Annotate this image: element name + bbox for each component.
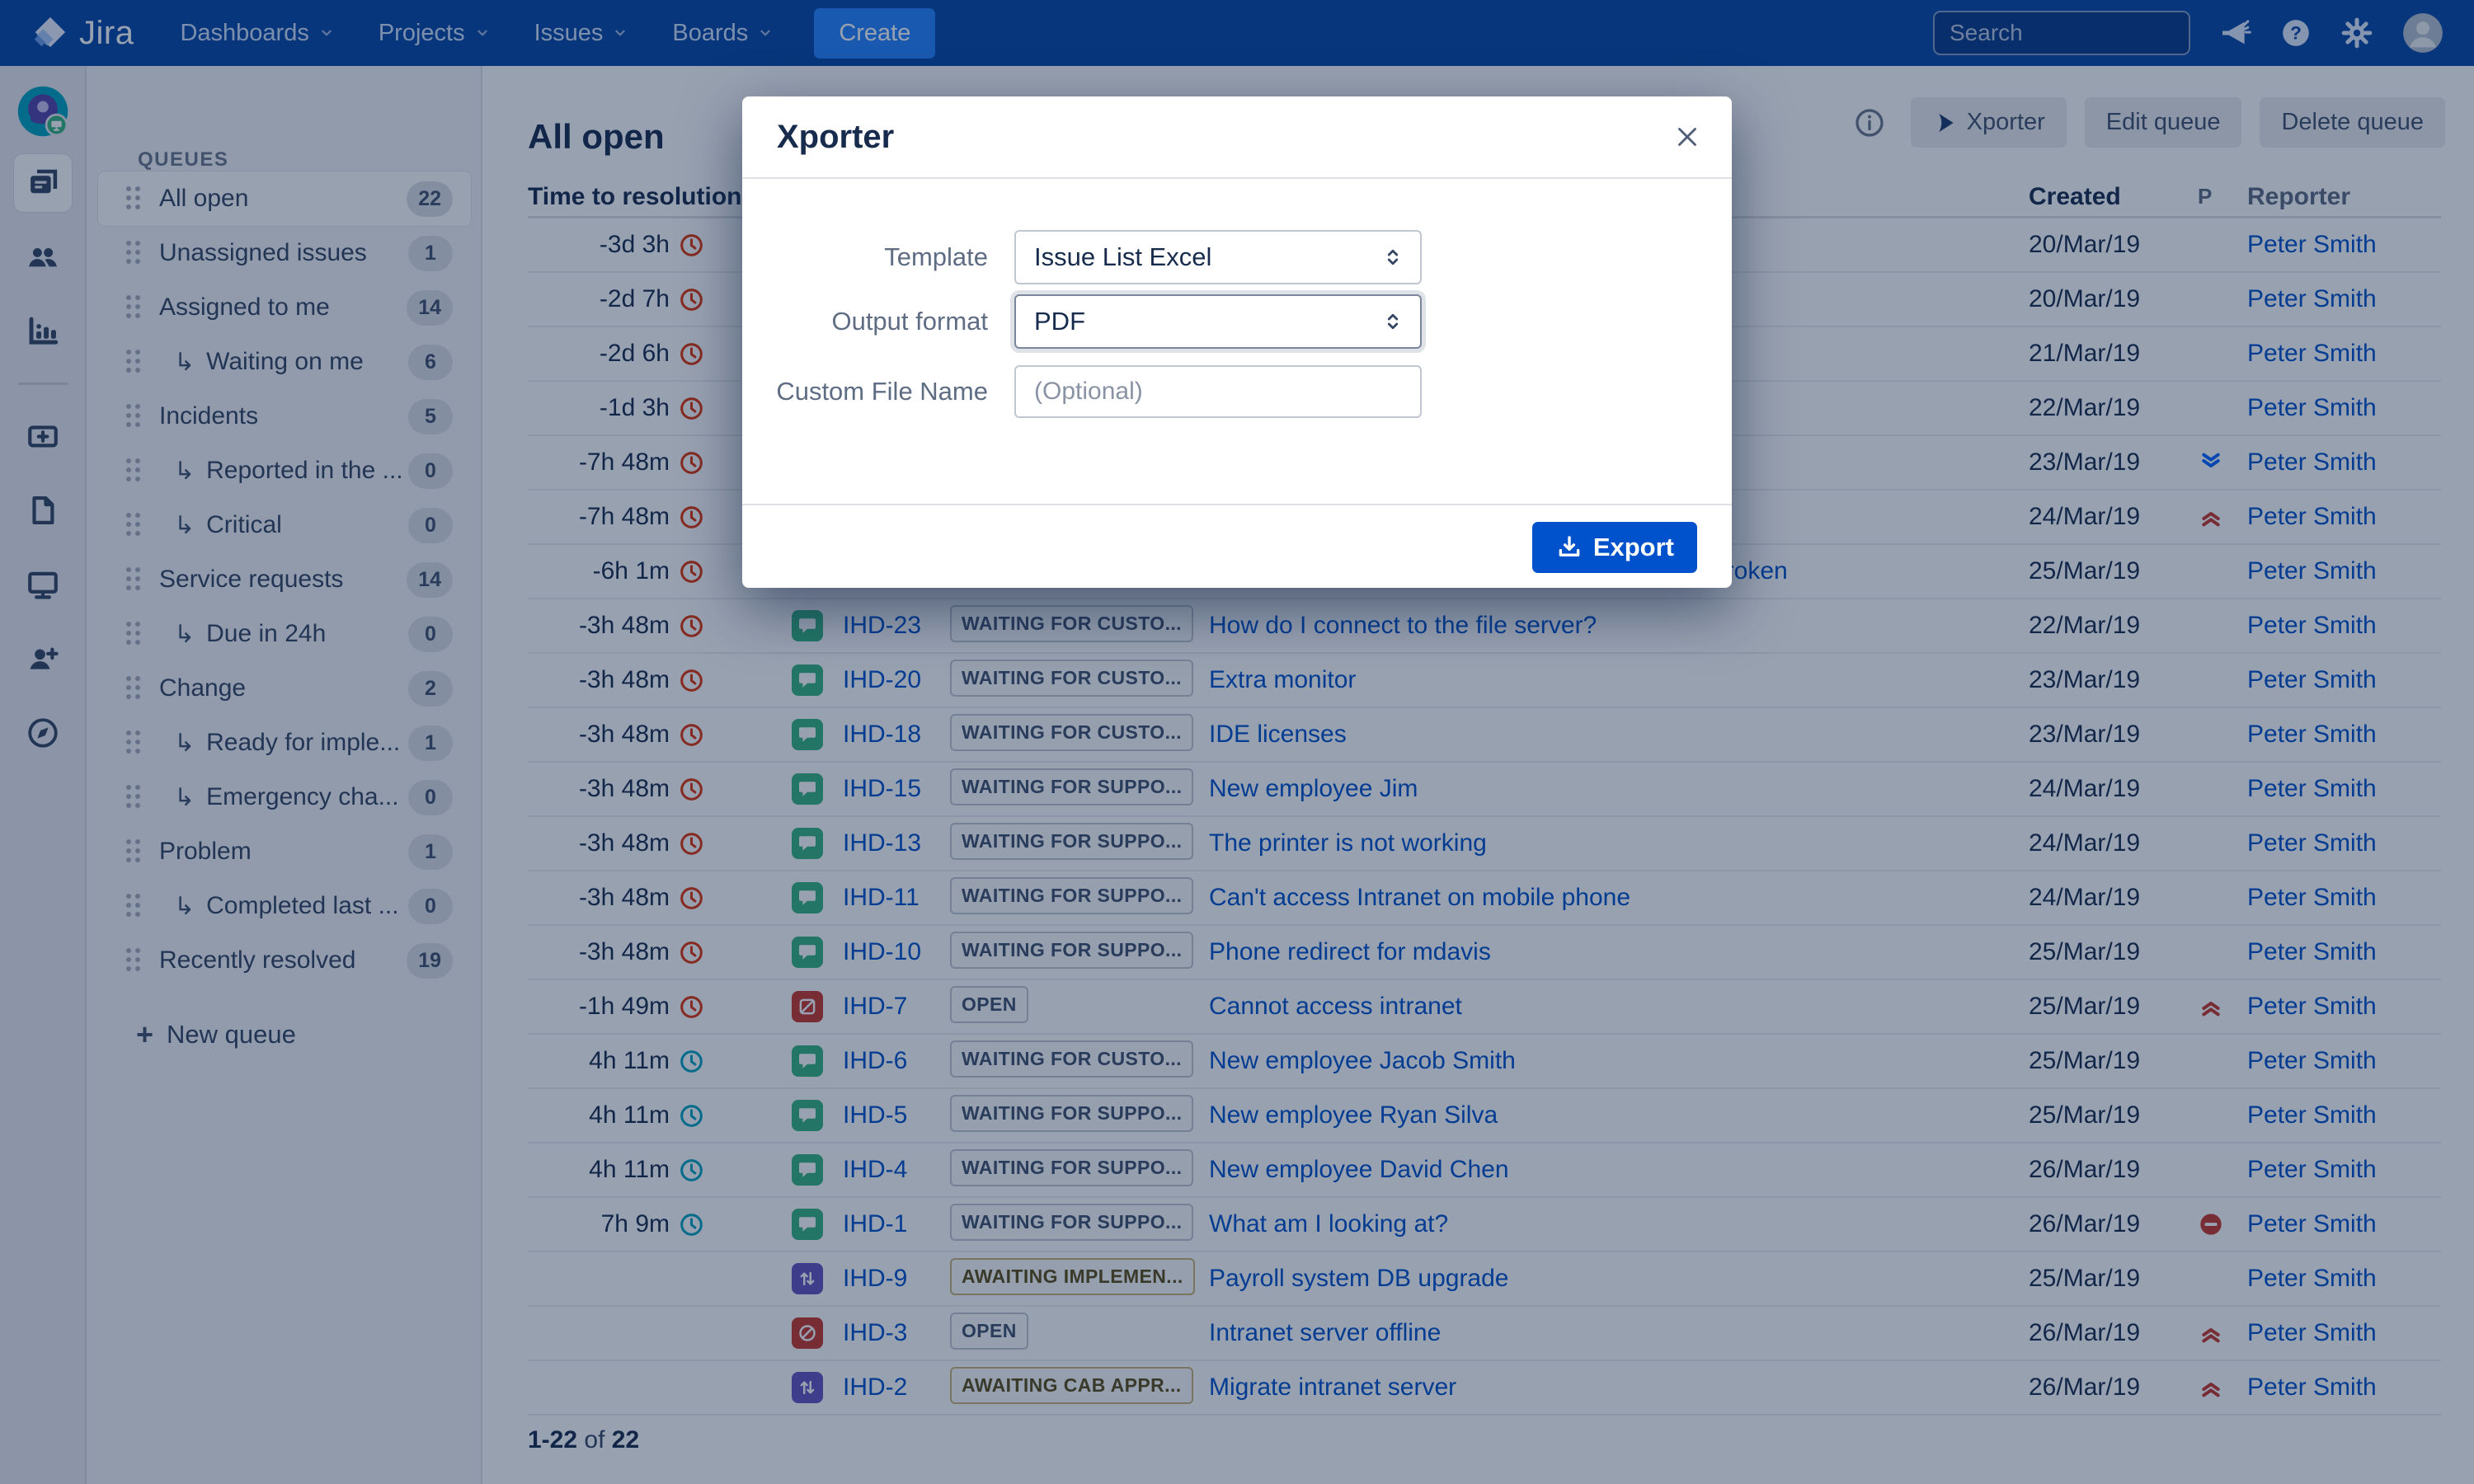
download-icon (1555, 533, 1583, 561)
field-label: Custom File Name (742, 377, 1014, 406)
close-icon[interactable] (1671, 121, 1704, 154)
template-select[interactable]: Issue List Excel (1014, 230, 1422, 284)
dialog-header: Xporter (742, 96, 1732, 179)
dialog-footer: Export (742, 504, 1732, 588)
field-row-custom-file-name: Custom File Name (742, 365, 1732, 418)
dialog-body: Template Issue List Excel Output format PDF… (742, 179, 1732, 500)
export-label: Export (1593, 533, 1674, 562)
field-label: Output format (742, 307, 1014, 336)
select-value: PDF (1034, 307, 1380, 336)
export-button[interactable]: Export (1532, 522, 1697, 573)
jira-service-desk-screen: Jira DashboardsProjectsIssuesBoards Crea… (0, 0, 2474, 1484)
dialog-title: Xporter (777, 119, 894, 156)
select-value: Issue List Excel (1034, 242, 1380, 272)
select-spinner-icon (1380, 309, 1405, 334)
xporter-dialog: Xporter Template Issue List Excel Output f… (742, 96, 1732, 588)
custom-file-name-input[interactable] (1014, 365, 1422, 418)
output-format-select[interactable]: PDF (1014, 294, 1422, 349)
field-row-template: Template Issue List Excel (742, 230, 1732, 284)
field-row-output-format: Output format PDF (742, 294, 1732, 349)
select-spinner-icon (1380, 245, 1405, 270)
field-label: Template (742, 242, 1014, 272)
